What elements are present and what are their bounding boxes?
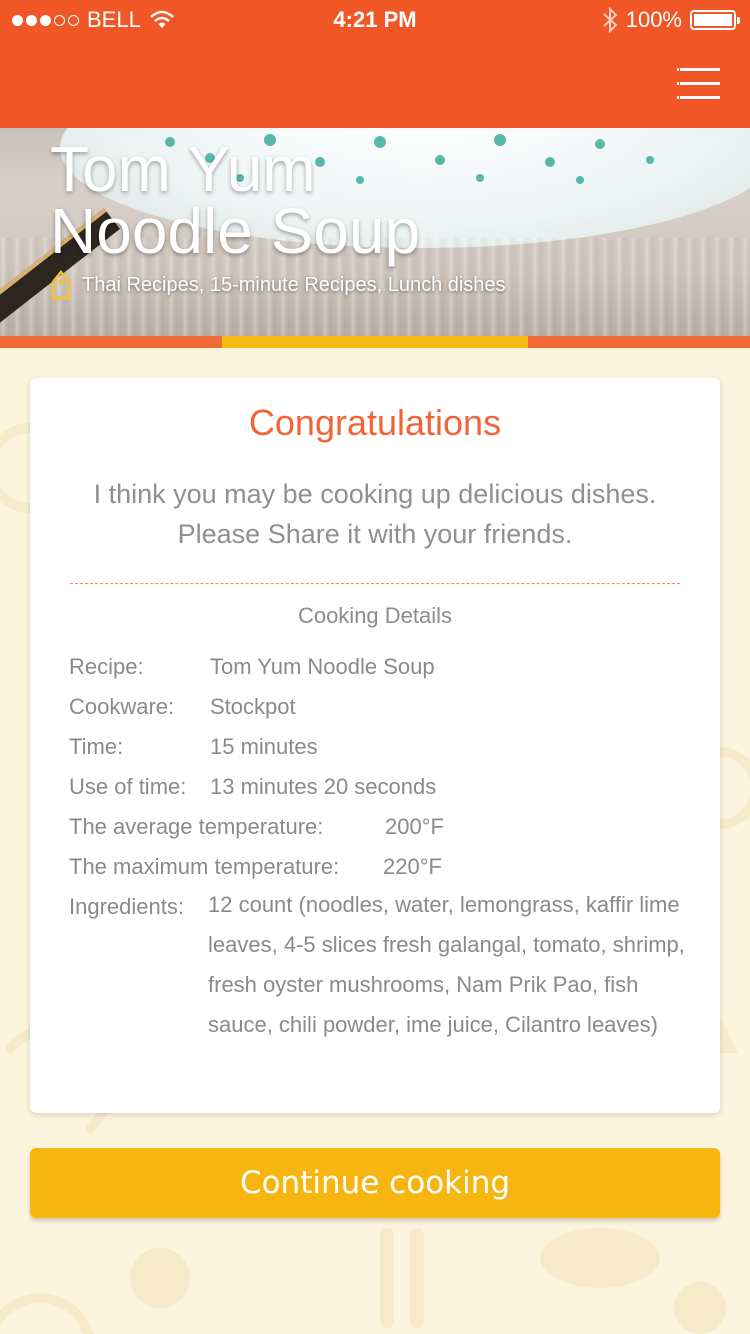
share-message: I think you may be cooking up delicious … xyxy=(93,479,657,549)
cooking-progress-bar xyxy=(0,336,750,348)
battery-percent: 100% xyxy=(625,7,682,32)
dashed-divider xyxy=(70,583,680,584)
tag-icon xyxy=(51,270,71,300)
recipe-categories: Thai Recipes, 15-minute Recipes, Lunch d… xyxy=(50,270,506,300)
continue-cooking-button[interactable]: Continue cooking xyxy=(30,1148,720,1218)
recipe-hero-banner: Tom Yum Noodle Soup Thai Recipes, 15-min… xyxy=(0,128,750,336)
hamburger-menu-icon[interactable] xyxy=(677,66,720,102)
congratulations-title: Congratulations xyxy=(248,402,502,443)
cooking-details-title: Cooking Details xyxy=(297,603,453,628)
categories-text: Thai Recipes, 15-minute Recipes, Lunch d… xyxy=(82,273,506,296)
bluetooth-icon xyxy=(603,7,618,33)
status-bar: BELL 4:21 PM 100% xyxy=(0,0,750,40)
recipe-title: Tom Yum Noodle Soup xyxy=(50,133,421,267)
battery-icon xyxy=(690,10,740,30)
progress-segment xyxy=(222,336,528,348)
completion-card: Congratulations I think you may be cooki… xyxy=(30,378,720,1113)
ingredients-list: 12 count (noodles, water, lemongrass, ka… xyxy=(208,892,685,1037)
detail-row-ingredients: Ingredients: 12 count (noodles, water, l… xyxy=(69,892,729,1094)
app-header: BELL 4:21 PM 100% xyxy=(0,0,750,128)
